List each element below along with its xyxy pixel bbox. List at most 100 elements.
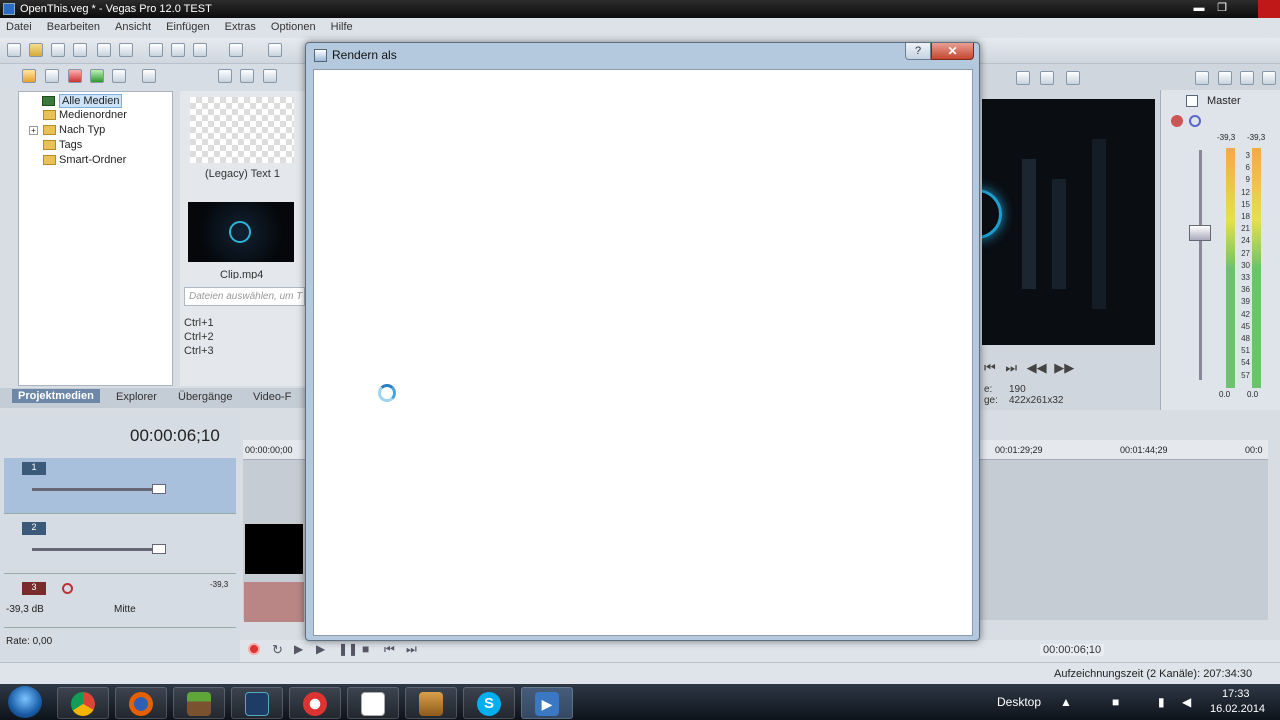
menu-einfuegen[interactable]: Einfügen bbox=[160, 18, 215, 33]
tray-app-icon[interactable]: ■ bbox=[1112, 695, 1119, 709]
save-icon[interactable] bbox=[51, 43, 65, 57]
play-icon[interactable]: ▶ bbox=[316, 642, 325, 656]
tab-explorer[interactable]: Explorer bbox=[116, 391, 157, 403]
close-button[interactable] bbox=[1258, 0, 1280, 18]
frame-value: 190 bbox=[1009, 384, 1026, 395]
go-to-end-icon[interactable]: ⏭ bbox=[406, 642, 417, 657]
preview-copy-icon[interactable] bbox=[1066, 71, 1080, 85]
auto-preview-icon[interactable] bbox=[263, 69, 277, 83]
mixer-tool-icon[interactable] bbox=[1240, 71, 1254, 85]
open-icon[interactable] bbox=[29, 43, 43, 57]
media-label: (Legacy) Text 1 bbox=[205, 168, 281, 180]
opacity-slider[interactable] bbox=[32, 548, 162, 551]
new-project-icon[interactable] bbox=[7, 43, 21, 57]
meter-scale-label: 6 bbox=[1245, 163, 1250, 173]
refresh-icon[interactable] bbox=[90, 69, 104, 83]
tree-item-tags[interactable]: Tags bbox=[43, 139, 82, 153]
preview-split-icon[interactable] bbox=[1016, 71, 1030, 85]
render-icon[interactable] bbox=[97, 43, 111, 57]
video-event-clip[interactable] bbox=[244, 523, 304, 575]
fx-icon[interactable] bbox=[1171, 115, 1183, 127]
restore-button[interactable]: ❐ bbox=[1213, 2, 1231, 15]
mixer-tool-icon[interactable] bbox=[1218, 71, 1232, 85]
undo-icon[interactable] bbox=[229, 43, 243, 57]
stop-preview-icon[interactable] bbox=[240, 69, 254, 83]
stop-icon[interactable]: ■ bbox=[362, 642, 369, 656]
taskbar-winrar[interactable] bbox=[405, 687, 457, 719]
cut-icon[interactable] bbox=[149, 43, 163, 57]
play-from-start-icon[interactable]: ▶ bbox=[294, 642, 303, 656]
slider-thumb[interactable] bbox=[152, 544, 166, 554]
mixer-tool-icon[interactable] bbox=[1195, 71, 1209, 85]
opacity-slider[interactable] bbox=[32, 488, 162, 491]
media-search-input[interactable]: Dateien auswählen, um T bbox=[184, 287, 305, 306]
redo-icon[interactable] bbox=[268, 43, 282, 57]
tray-expand-icon[interactable]: ▲ bbox=[1060, 695, 1072, 709]
tab-uebergaenge[interactable]: Übergänge bbox=[178, 391, 232, 403]
pause-icon[interactable]: ❚❚ bbox=[338, 642, 358, 656]
save-as-icon[interactable] bbox=[73, 43, 87, 57]
tree-item-alle-medien[interactable]: Alle Medien bbox=[42, 94, 123, 108]
menu-bearbeiten[interactable]: Bearbeiten bbox=[41, 18, 106, 33]
tab-video-fx[interactable]: Video-F bbox=[253, 391, 291, 403]
loop-icon[interactable]: ↻ bbox=[272, 642, 283, 658]
mute-icon[interactable] bbox=[1189, 115, 1201, 127]
preview-save-icon[interactable] bbox=[1040, 71, 1054, 85]
folder-icon bbox=[43, 110, 56, 120]
clock-date[interactable]: 16.02.2014 bbox=[1210, 703, 1265, 715]
record-arm-icon[interactable] bbox=[62, 583, 73, 594]
media-thumb-text[interactable] bbox=[190, 97, 294, 163]
menu-hilfe[interactable]: Hilfe bbox=[325, 18, 359, 33]
taskbar-notepad[interactable] bbox=[347, 687, 399, 719]
master-fader[interactable] bbox=[1189, 225, 1211, 241]
taskbar-firefox[interactable] bbox=[115, 687, 167, 719]
record-icon[interactable] bbox=[248, 643, 260, 655]
paste-icon[interactable] bbox=[193, 43, 207, 57]
menu-ansicht[interactable]: Ansicht bbox=[109, 18, 157, 33]
import-media-icon[interactable] bbox=[22, 69, 36, 83]
zoom-icon[interactable] bbox=[112, 69, 126, 83]
tree-item-medienordner[interactable]: Medienordner bbox=[43, 109, 127, 123]
help-button[interactable]: ? bbox=[905, 43, 931, 60]
step-forward-icon[interactable]: ▶▶ bbox=[1054, 360, 1074, 375]
clock-time[interactable]: 17:33 bbox=[1222, 688, 1250, 700]
capture-icon[interactable] bbox=[45, 69, 59, 83]
remove-icon[interactable] bbox=[142, 69, 156, 83]
vegas-app-icon bbox=[3, 3, 15, 15]
taskbar-minecraft[interactable] bbox=[173, 687, 225, 719]
volume-icon[interactable]: ◀ bbox=[1182, 695, 1191, 709]
go-to-start-icon[interactable]: ⏮ bbox=[384, 642, 395, 657]
taskbar-media-player[interactable]: ▶ bbox=[521, 687, 573, 719]
copy-icon[interactable] bbox=[171, 43, 185, 57]
next-frame-icon[interactable]: ⏭ bbox=[1005, 360, 1017, 375]
track-header-audio-3[interactable]: 3 -39,3 dB Mitte -39,3 bbox=[4, 578, 236, 628]
expand-icon[interactable]: + bbox=[29, 126, 38, 135]
start-button[interactable] bbox=[8, 686, 42, 718]
menu-optionen[interactable]: Optionen bbox=[265, 18, 322, 33]
get-media-icon[interactable] bbox=[68, 69, 82, 83]
slider-thumb[interactable] bbox=[152, 484, 166, 494]
play-app-icon: ▶ bbox=[535, 692, 559, 716]
prev-frame-icon[interactable]: ⏮ bbox=[984, 360, 996, 375]
taskbar-skype[interactable]: S bbox=[463, 687, 515, 719]
taskbar-ccleaner[interactable] bbox=[289, 687, 341, 719]
network-icon[interactable]: ▮ bbox=[1158, 695, 1165, 709]
step-back-icon[interactable]: ◀◀ bbox=[1027, 360, 1047, 375]
dialog-close-button[interactable]: ✕ bbox=[931, 43, 974, 60]
mixer-tool-icon[interactable] bbox=[1262, 71, 1276, 85]
desktop-toolbar-label[interactable]: Desktop bbox=[997, 695, 1041, 709]
taskbar-vegas[interactable] bbox=[231, 687, 283, 719]
taskbar-chrome[interactable] bbox=[57, 687, 109, 719]
tree-item-nach-typ[interactable]: + Nach Typ bbox=[29, 124, 105, 138]
play-preview-icon[interactable] bbox=[218, 69, 232, 83]
menu-extras[interactable]: Extras bbox=[219, 18, 262, 33]
track-header-video-2[interactable]: 2 bbox=[4, 518, 236, 574]
menu-datei[interactable]: Datei bbox=[0, 18, 38, 33]
properties-icon[interactable] bbox=[119, 43, 133, 57]
minimize-button[interactable]: ▬ bbox=[1190, 2, 1208, 15]
render-as-dialog: Rendern als ? ✕ bbox=[305, 42, 980, 641]
tree-item-smart-ordner[interactable]: Smart-Ordner bbox=[43, 154, 126, 168]
audio-event-clip[interactable] bbox=[244, 582, 304, 622]
track-header-video-1[interactable]: 1 bbox=[4, 458, 236, 514]
tab-projektmedien[interactable]: Projektmedien bbox=[12, 389, 100, 403]
